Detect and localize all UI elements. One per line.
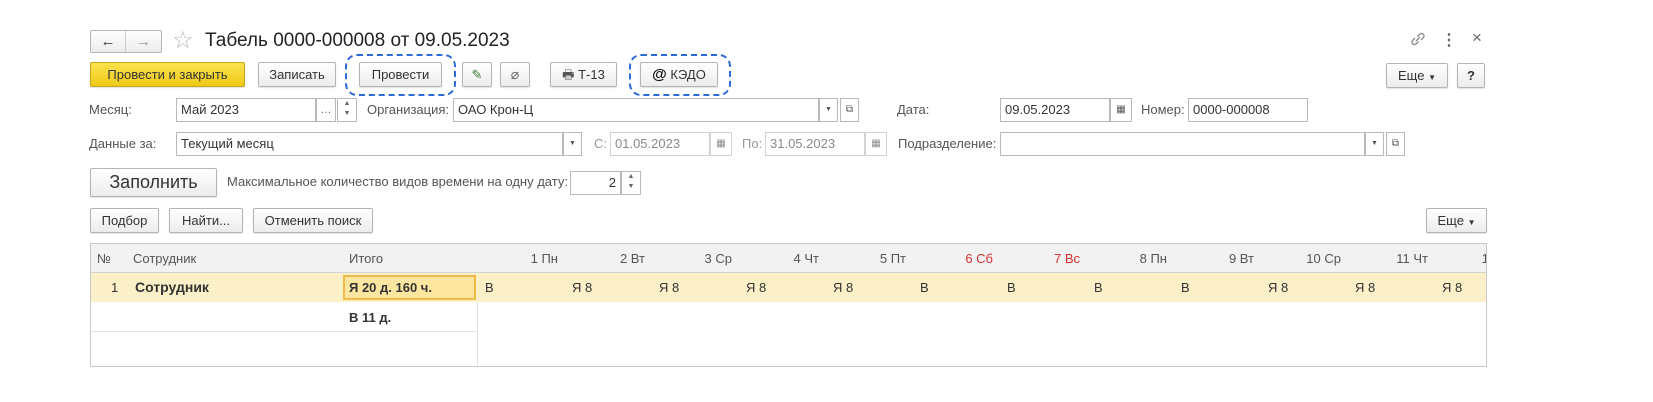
more-label: Еще (1398, 68, 1425, 83)
printer-icon: 🖶 (562, 67, 575, 82)
pick-button[interactable]: Подбор (90, 208, 159, 233)
month-field[interactable]: Май 2023 (176, 98, 316, 122)
col-divider (477, 302, 478, 366)
col-header-employee: Сотрудник (133, 251, 197, 266)
day-value-cell[interactable]: Я 8 (1355, 273, 1375, 302)
cancel-search-button[interactable]: Отменить поиск (253, 208, 373, 233)
data-for-dropdown-button[interactable]: ▼ (563, 132, 582, 156)
org-label: Организация: (367, 102, 450, 117)
dept-label: Подразделение: (898, 136, 997, 151)
org-open-button[interactable]: ⧉ (840, 98, 859, 122)
menu-icon[interactable]: ⋮ (1441, 30, 1457, 50)
col-header-day: 10 Ср (1306, 251, 1341, 266)
table-more-label: Еще (1437, 213, 1464, 228)
col-header-day: 6 Сб (965, 251, 993, 266)
col-header-num: № (97, 251, 111, 266)
post-and-close-button[interactable]: Провести и закрыть (90, 62, 245, 87)
col-header-day: 3 Ср (704, 251, 732, 266)
col-header-day: 4 Чт (793, 251, 819, 266)
day-value-cell[interactable]: В (485, 273, 494, 302)
month-select-button[interactable]: … (316, 98, 336, 122)
day-value-cell[interactable]: В (920, 273, 929, 302)
from-date-field[interactable]: 01.05.2023 (610, 132, 710, 156)
t13-label: Т-13 (578, 67, 605, 82)
highlight-post (345, 54, 456, 96)
month-stepper[interactable]: ▲ ▼ (337, 98, 357, 122)
data-for-label: Данные за: (89, 136, 157, 151)
col-header-day: 2 Вт (619, 251, 645, 266)
row-total: Я 20 д. 160 ч. (349, 280, 432, 295)
col-header-day: 12 Пт (1434, 244, 1486, 273)
col-header-day: 1 Пн (530, 251, 558, 266)
dept-dropdown-button[interactable]: ▼ (1365, 132, 1384, 156)
max-types-label: Максимальное количество видов времени на… (227, 174, 568, 189)
row-num: 1 (111, 280, 119, 295)
day-value-cell[interactable]: В (1094, 273, 1103, 302)
col-header-total: Итого (349, 251, 384, 266)
from-label: С: (594, 136, 607, 151)
forward-button[interactable]: → (126, 31, 161, 52)
dept-field[interactable] (1000, 132, 1365, 156)
help-button[interactable]: ? (1457, 63, 1485, 88)
month-label: Месяц: (89, 102, 132, 117)
attach-button[interactable]: ⌀ (500, 62, 530, 87)
day-value-cell[interactable]: Я 8 (833, 273, 853, 302)
to-label: По: (742, 136, 763, 151)
to-date-field[interactable]: 31.05.2023 (765, 132, 865, 156)
close-icon[interactable]: × (1472, 28, 1482, 48)
col-header-day: 7 Вс (1053, 251, 1080, 266)
number-label: Номер: (1141, 102, 1185, 117)
nav-buttons: ← → (90, 30, 162, 53)
number-field[interactable]: 0000-000008 (1188, 98, 1308, 122)
row-total-2: В 11 д. (349, 310, 392, 325)
col-header-day: 11 Чт (1396, 251, 1428, 266)
from-calendar-icon[interactable]: ▦ (710, 132, 732, 156)
back-button[interactable]: ← (91, 31, 126, 52)
fill-button[interactable]: Заполнить (90, 168, 217, 197)
date-label: Дата: (897, 102, 930, 117)
sign-button[interactable]: ✎ (462, 62, 492, 87)
find-button[interactable]: Найти... (169, 208, 243, 233)
table-more-button[interactable]: Еще ▼ (1426, 208, 1487, 233)
data-for-field[interactable]: Текущий месяц (176, 132, 563, 156)
col-header-day: 8 Пн (1139, 251, 1167, 266)
t13-print-button[interactable]: 🖶 Т-13 (550, 62, 617, 87)
dept-open-button[interactable]: ⧉ (1386, 132, 1405, 156)
row-divider (91, 331, 477, 332)
more-button[interactable]: Еще ▼ (1386, 63, 1448, 88)
date-calendar-icon[interactable]: ▦ (1110, 98, 1132, 122)
chevron-down-icon: ▼ (1428, 73, 1436, 82)
date-field[interactable]: 09.05.2023 (1000, 98, 1110, 122)
org-field[interactable]: ОАО Крон-Ц (453, 98, 819, 122)
col-header-day: 5 Пт (879, 251, 906, 266)
max-types-field[interactable]: 2 (570, 171, 621, 195)
day-value-cell[interactable]: Я 8 (1268, 273, 1288, 302)
timesheet-table: № Сотрудник Итого 1 Пн 2 Вт 3 Ср 4 Чт 5 Пт 6 … (90, 243, 1487, 367)
page-title: Табель 0000-000008 от 09.05.2023 (205, 30, 510, 51)
highlight-kedo (629, 54, 731, 96)
favorite-star-icon[interactable]: ☆ (172, 27, 194, 55)
link-icon[interactable] (1409, 29, 1427, 49)
day-value-cell[interactable]: В (1007, 273, 1016, 302)
paperclip-icon: ⌀ (510, 66, 520, 82)
pen-icon: ✎ (471, 67, 483, 82)
chevron-down-icon: ▼ (1467, 218, 1476, 227)
to-calendar-icon[interactable]: ▦ (865, 132, 887, 156)
row-employee[interactable]: Сотрудник (135, 273, 209, 302)
day-value-cell[interactable]: Я 8 (746, 273, 766, 302)
day-value-cell[interactable]: Я 8 (572, 273, 592, 302)
col-header-day: 9 Вт (1228, 251, 1254, 266)
max-types-stepper[interactable]: ▲ ▼ (621, 171, 641, 195)
day-value-cell[interactable]: Я 8 (659, 273, 679, 302)
day-value-cell[interactable]: В (1181, 273, 1190, 302)
org-dropdown-button[interactable]: ▼ (819, 98, 838, 122)
day-value-cell[interactable]: Я 8 (1442, 273, 1462, 302)
save-button[interactable]: Записать (258, 62, 336, 87)
